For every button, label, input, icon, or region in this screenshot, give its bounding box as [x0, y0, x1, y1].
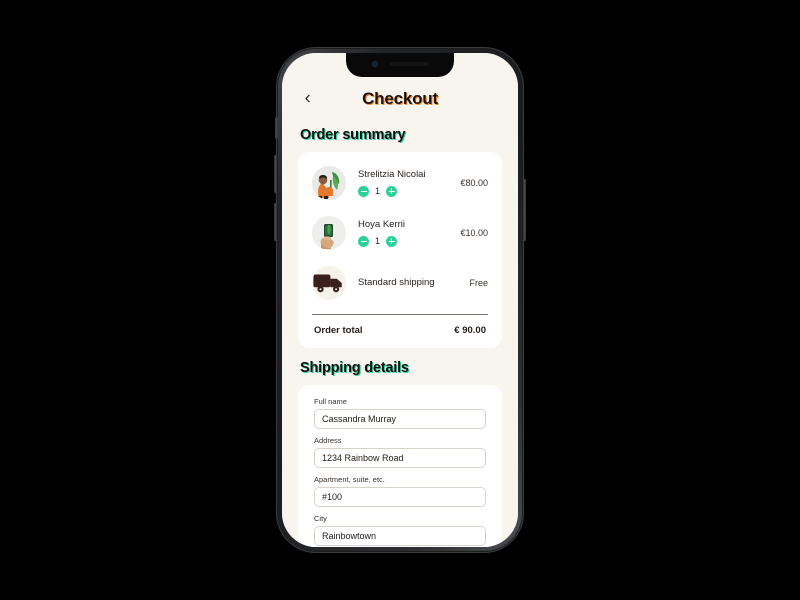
order-item-body: Strelitzia Nicolai 1	[346, 169, 454, 197]
shipping-details-heading: Shipping details	[300, 360, 409, 376]
shipping-method-body: Standard shipping	[346, 277, 463, 289]
silent-switch-button[interactable]	[275, 117, 278, 139]
field-apartment: Apartment, suite, etc.	[314, 475, 486, 507]
power-button[interactable]	[523, 179, 526, 241]
shipping-icon-wrapper	[312, 266, 346, 300]
order-total-row: Order total € 90.00	[312, 315, 488, 338]
quantity-stepper[interactable]: 1	[358, 185, 454, 197]
plant-person-orange-icon	[312, 166, 346, 200]
product-thumbnail	[312, 166, 346, 200]
hand-holding-plant-icon	[312, 216, 346, 250]
scroll-content[interactable]: Order summary Strelitzia Nicolai 1 €80.0…	[282, 115, 518, 547]
order-item-row[interactable]: Strelitzia Nicolai 1 €80.00	[312, 158, 488, 208]
product-price: €80.00	[460, 178, 488, 188]
address-label: Address	[314, 436, 342, 445]
order-item-row[interactable]: Hoya Kerrii 1 €10.00	[312, 208, 488, 258]
order-total-label: Order total	[314, 325, 363, 336]
page-title: Checkout	[362, 89, 438, 108]
earpiece-speaker	[390, 62, 428, 66]
order-summary-heading: Order summary	[300, 127, 406, 143]
order-summary-card: Strelitzia Nicolai 1 €80.00 Hoya Kerrii …	[298, 152, 502, 348]
chevron-left-icon	[304, 94, 310, 102]
shipping-method-row[interactable]: Standard shipping Free	[312, 258, 488, 308]
shipping-price: Free	[469, 278, 488, 288]
quantity-value: 1	[374, 236, 380, 247]
city-label: City	[314, 514, 327, 523]
apartment-label: Apartment, suite, etc.	[314, 475, 385, 484]
increase-quantity-button[interactable]	[386, 235, 397, 247]
delivery-truck-icon	[313, 274, 342, 293]
shipping-method-label: Standard shipping	[358, 276, 435, 288]
decrease-quantity-button[interactable]	[358, 235, 369, 247]
shipping-details-form: Full name Address Apartment, suite, etc.…	[298, 385, 502, 547]
field-address: Address	[314, 436, 486, 468]
order-item-body: Hoya Kerrii 1	[346, 219, 454, 247]
field-full-name: Full name	[314, 397, 486, 429]
back-button[interactable]	[298, 89, 316, 107]
quantity-stepper[interactable]: 1	[358, 235, 454, 247]
app-screen: Checkout Order summary Strelitzia Nicola…	[282, 53, 518, 547]
phone-bezel: Checkout Order summary Strelitzia Nicola…	[282, 53, 518, 547]
order-total-value: € 90.00	[454, 325, 486, 336]
product-name: Hoya Kerrii	[358, 219, 405, 231]
total-divider	[312, 314, 488, 315]
full-name-label: Full name	[314, 397, 347, 406]
volume-down-button[interactable]	[274, 203, 277, 241]
product-thumbnail	[312, 216, 346, 250]
apartment-input[interactable]	[314, 487, 486, 507]
decrease-quantity-button[interactable]	[358, 185, 369, 197]
volume-up-button[interactable]	[274, 155, 277, 193]
device-notch	[346, 53, 454, 77]
address-input[interactable]	[314, 448, 486, 468]
front-camera-icon	[372, 61, 378, 67]
field-city: City	[314, 514, 486, 546]
full-name-input[interactable]	[314, 409, 486, 429]
product-name: Strelitzia Nicolai	[358, 169, 426, 181]
increase-quantity-button[interactable]	[386, 185, 397, 197]
phone-device-frame: Checkout Order summary Strelitzia Nicola…	[274, 47, 526, 553]
product-price: €10.00	[460, 228, 488, 238]
city-input[interactable]	[314, 526, 486, 546]
quantity-value: 1	[374, 186, 380, 197]
